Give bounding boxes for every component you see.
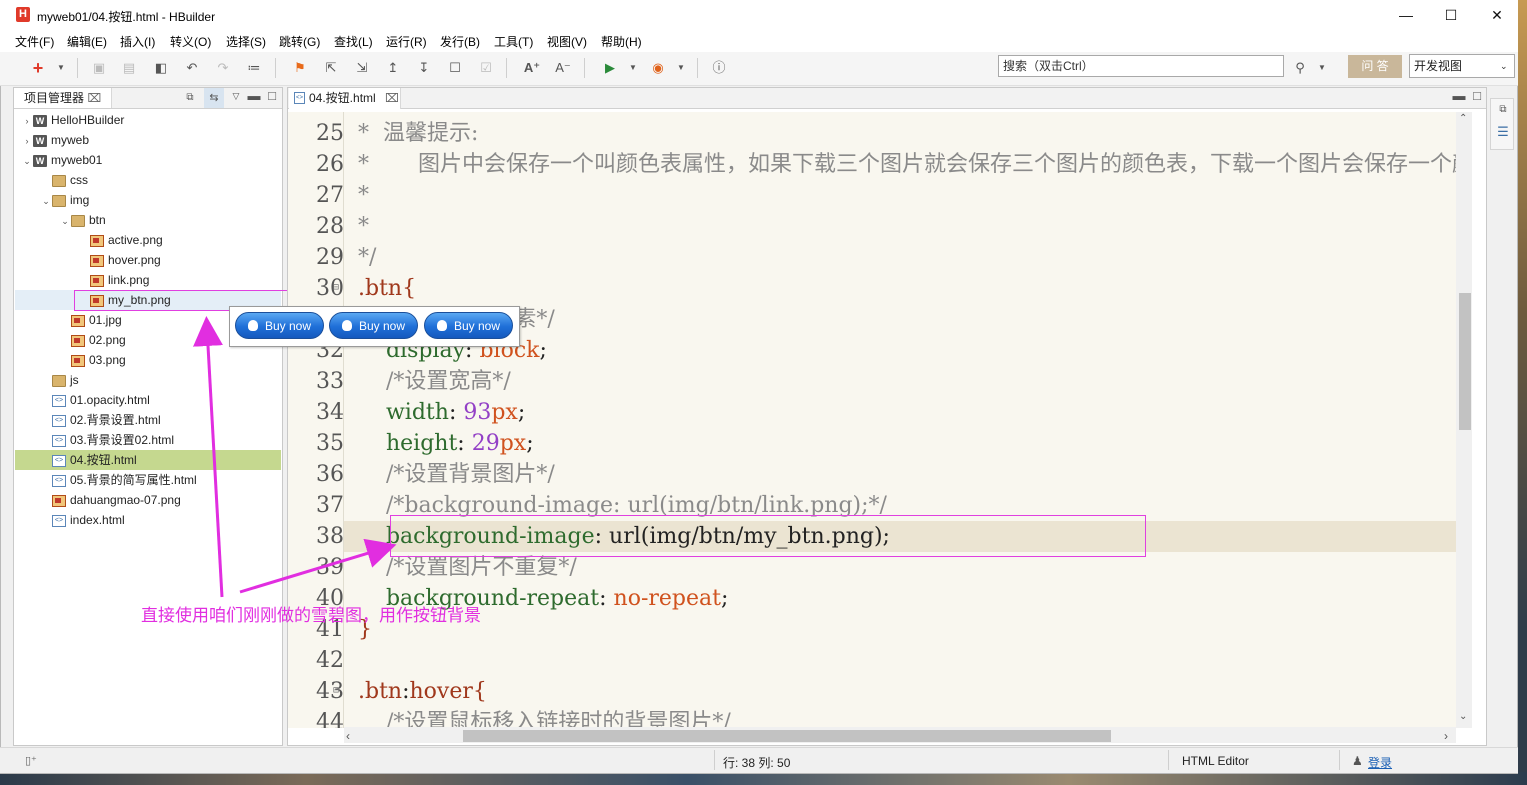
- annotation-text: 直接使用咱们刚刚做的雪碧图，用作按钮背景: [141, 606, 481, 626]
- cursor-position: 行: 38 列: 50: [723, 756, 791, 770]
- user-icon: ♟: [1352, 754, 1363, 768]
- annotation-arrows: [193, 316, 397, 598]
- new-item-icon[interactable]: ▯⁺: [25, 754, 37, 767]
- login-link[interactable]: 登录: [1368, 754, 1392, 771]
- arrow-to-code: [239, 538, 397, 594]
- status-separator: [714, 750, 715, 770]
- arrow-to-file: [193, 316, 224, 598]
- status-separator: [1339, 750, 1340, 770]
- status-separator: [1168, 750, 1169, 770]
- editor-type: HTML Editor: [1182, 754, 1249, 768]
